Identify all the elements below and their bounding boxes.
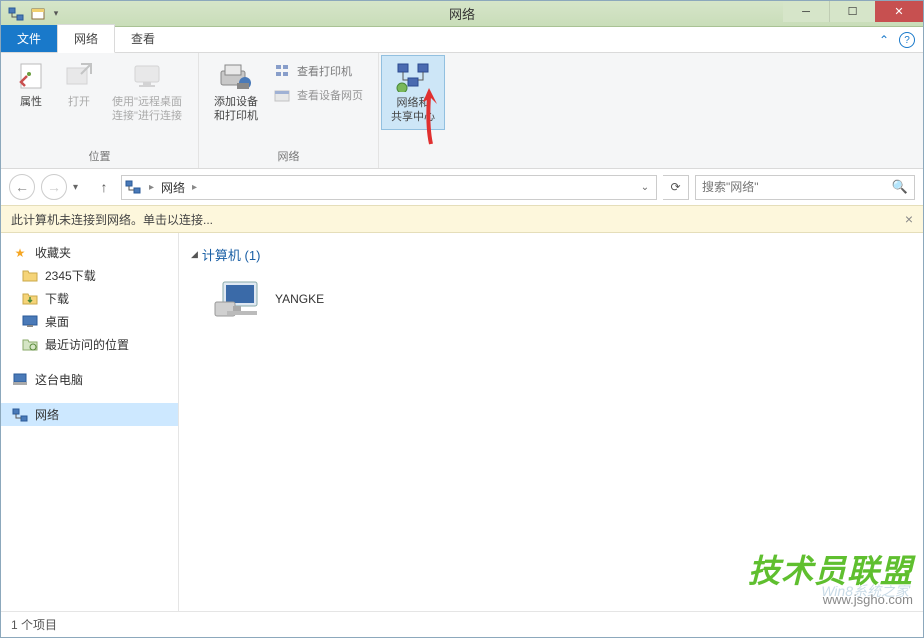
collapse-icon[interactable]: ◢ [191,249,198,260]
view-device-page-button[interactable]: 查看设备网页 [267,83,369,107]
open-icon [62,59,96,93]
statusbar: 1 个项目 [1,611,923,637]
refresh-button[interactable]: ⟳ [663,175,689,200]
sidebar: ★ 收藏夹 2345下载 下载 桌面 最近访问的位置 [1,233,179,611]
computer-icon [11,372,29,388]
network-sharing-button[interactable]: 网络和 共享中心 [381,55,445,130]
device-page-icon [273,86,291,104]
downloads-icon [21,291,39,307]
network-icon [5,4,27,24]
sidebar-label: 下载 [45,290,69,307]
printer-icon [273,62,291,80]
sidebar-item-desktop[interactable]: 桌面 [1,310,178,333]
search-input[interactable] [702,180,886,194]
sidebar-label: 桌面 [45,313,69,330]
infobar-close-icon[interactable]: × [905,211,913,227]
tab-view[interactable]: 查看 [115,25,171,52]
group-network-label: 网络 [199,146,378,168]
up-button[interactable]: ↑ [93,176,115,198]
remote-desktop-label: 使用"远程桌面 连接"进行连接 [112,95,182,124]
open-button[interactable]: 打开 [55,57,103,111]
sidebar-favorites[interactable]: ★ 收藏夹 [1,241,178,264]
ribbon: 属性 打开 使用"远程桌面 连接"进行连接 位置 [1,53,923,169]
properties-icon [14,59,48,93]
add-devices-label: 添加设备 和打印机 [214,95,258,124]
quick-access-icon[interactable] [27,4,49,24]
properties-label: 属性 [20,95,42,109]
sidebar-this-pc[interactable]: 这台电脑 [1,368,178,391]
network-sharing-icon [396,60,430,94]
network-sharing-label: 网络和 共享中心 [391,96,435,125]
status-text: 1 个项目 [11,616,57,633]
open-label: 打开 [68,95,90,109]
view-device-page-label: 查看设备网页 [297,87,363,103]
tab-file[interactable]: 文件 [1,25,57,52]
help-icon[interactable]: ? [899,32,915,48]
watermark-ghost: Win8系统之家 [821,581,909,601]
desktop-icon [21,314,39,330]
remote-desktop-button[interactable]: 使用"远程桌面 连接"进行连接 [103,57,191,126]
close-button[interactable]: ✕ [875,1,923,22]
breadcrumb-sep[interactable]: ▸ [146,182,157,193]
qat-dropdown-icon[interactable]: ▾ [49,4,63,24]
folder-icon [21,268,39,284]
address-dropdown[interactable]: ⌄ [636,182,654,193]
addressbar[interactable]: ▸ 网络 ▸ ⌄ [121,175,657,200]
network-icon [11,407,29,423]
computer-name: YANGKE [275,292,324,306]
add-devices-button[interactable]: 添加设备 和打印机 [205,57,267,126]
infobar[interactable]: 此计算机未连接到网络。单击以连接... × [1,205,923,233]
infobar-message: 此计算机未连接到网络。单击以连接... [11,211,213,228]
star-icon: ★ [11,245,29,261]
history-dropdown[interactable]: ▾ [73,182,87,193]
network-location-icon [124,178,142,196]
navbar: ← → ▾ ↑ ▸ 网络 ▸ ⌄ ⟳ 🔍 [1,169,923,205]
properties-button[interactable]: 属性 [7,57,55,111]
tab-network[interactable]: 网络 [57,24,115,53]
minimize-button[interactable]: ─ [783,1,829,22]
sidebar-item-downloads[interactable]: 下载 [1,287,178,310]
searchbox[interactable]: 🔍 [695,175,915,200]
ribbon-collapse-icon[interactable]: ⌃ [875,31,893,49]
sidebar-item-recent[interactable]: 最近访问的位置 [1,333,178,356]
sidebar-label: 收藏夹 [35,244,71,261]
view-printers-button[interactable]: 查看打印机 [267,59,369,83]
remote-desktop-icon [130,59,164,93]
forward-button[interactable]: → [41,174,67,200]
sidebar-label: 最近访问的位置 [45,336,129,353]
breadcrumb-sep[interactable]: ▸ [189,182,200,193]
back-button[interactable]: ← [9,174,35,200]
computer-item[interactable]: YANGKE [191,270,911,328]
titlebar: ▾ 网络 ─ ☐ ✕ [1,1,923,27]
add-devices-icon [219,59,253,93]
breadcrumb-item[interactable]: 网络 [161,179,185,196]
group-header-label: 计算机 (1) [202,245,261,264]
group-header[interactable]: ◢ 计算机 (1) [191,241,911,270]
group-location-label: 位置 [1,146,198,168]
sidebar-item-2345[interactable]: 2345下载 [1,264,178,287]
search-icon[interactable]: 🔍 [892,179,908,195]
sidebar-label: 2345下载 [45,267,96,284]
ribbon-tabs: 文件 网络 查看 ⌃ ? [1,27,923,53]
maximize-button[interactable]: ☐ [829,1,875,22]
computer-icon [213,278,265,320]
sidebar-label: 这台电脑 [35,371,83,388]
recent-icon [21,337,39,353]
sidebar-network[interactable]: 网络 [1,403,178,426]
view-printers-label: 查看打印机 [297,63,352,79]
content-area: ◢ 计算机 (1) YANGKE [179,233,923,611]
sidebar-label: 网络 [35,406,59,423]
window-title: 网络 [449,4,475,23]
